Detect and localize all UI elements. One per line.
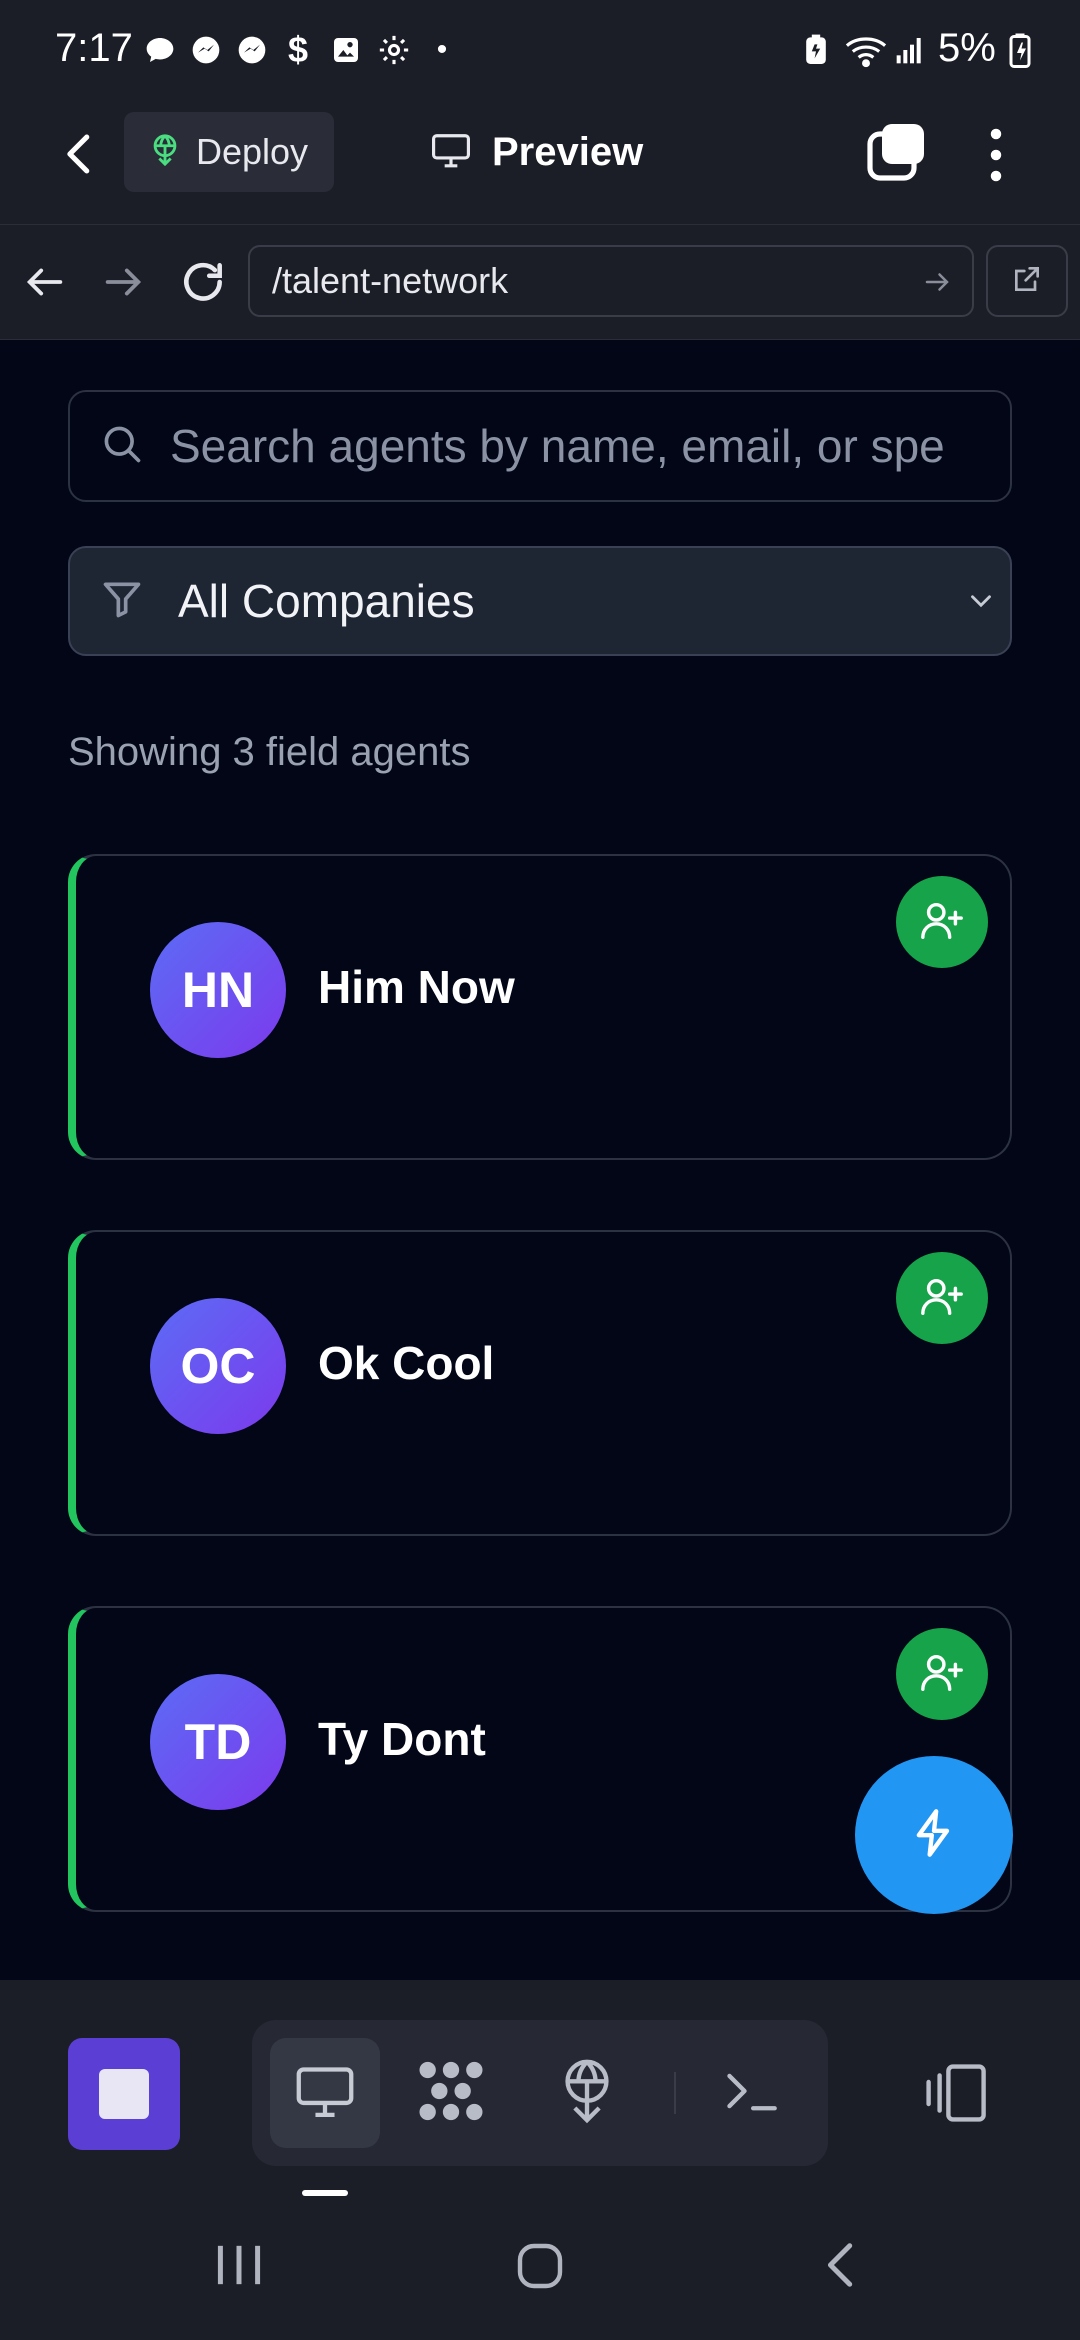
gallery-icon [328,32,364,68]
browser-url-bar: /talent-network [0,224,1080,340]
search-icon [100,422,144,471]
browser-back-icon[interactable] [22,259,68,310]
messenger-icon [188,32,224,68]
avatar: TD [150,1674,286,1810]
system-nav-bar [0,2200,1080,2340]
deploy-button[interactable]: Deploy [124,112,334,192]
back-button[interactable] [52,126,108,182]
battery-icon [1002,32,1038,68]
user-plus-icon [919,1273,965,1324]
add-agent-button[interactable] [896,1628,988,1720]
app-header: Deploy Preview [0,100,1080,224]
agent-card[interactable]: OC Ok Cool [68,1230,1012,1536]
wifi-icon [842,32,890,68]
dot-icon: • [436,33,448,66]
battery-percent: 5% [938,26,996,70]
chevron-down-icon [964,584,998,623]
deploy-icon [148,133,182,172]
external-link-icon [1011,263,1043,300]
preview-label: Preview [492,129,644,174]
add-agent-button[interactable] [896,1252,988,1344]
agent-name: Ty Dont [318,1713,486,1765]
user-plus-icon [919,1649,965,1700]
reload-icon[interactable] [178,257,228,312]
terminal-icon [723,2066,779,2121]
filter-icon [100,577,144,626]
browser-forward-icon[interactable] [100,259,146,310]
settings-icon [376,32,412,68]
results-count: Showing 3 field agents [68,730,471,774]
talent-network-content: Search agents by name, email, or spe All… [0,340,1080,1980]
company-filter-select[interactable]: All Companies [68,546,1012,656]
terminal-tool-button[interactable] [696,2038,806,2148]
avatar: HN [150,922,286,1058]
battery-saver-icon [798,32,834,68]
more-menu-icon[interactable] [976,120,1016,190]
filter-selected-value: All Companies [178,575,475,627]
preview-tool-button[interactable] [270,2038,380,2148]
agent-card[interactable]: HN Him Now [68,854,1012,1160]
messenger-icon-2 [234,32,270,68]
agent-name: Him Now [318,961,515,1013]
toolbar-divider [674,2072,676,2114]
device-toggle-icon[interactable] [922,2062,988,2129]
add-agent-button[interactable] [896,876,988,968]
search-input[interactable]: Search agents by name, email, or spe [68,390,1012,502]
monitor-icon [294,2062,356,2125]
recent-apps-icon[interactable] [214,2242,264,2293]
stop-button[interactable] [68,2038,180,2150]
bottom-toolbar [0,1980,1080,2200]
open-external-button[interactable] [986,245,1068,317]
deploy-icon [557,2057,617,2130]
status-bar: 7:17 $ • 5% [0,0,1080,100]
tabs-icon[interactable] [866,122,930,186]
apps-tool-button[interactable] [396,2038,506,2148]
agent-name: Ok Cool [318,1337,495,1389]
active-tab-indicator [302,2190,348,2196]
deploy-tool-button[interactable] [532,2038,642,2148]
chat-bubble-icon [142,32,178,68]
status-time: 7:17 [55,26,133,70]
url-input[interactable]: /talent-network [248,245,974,317]
lightning-icon [908,1807,960,1864]
dollar-icon: $ [287,29,309,70]
avatar: OC [150,1298,286,1434]
preview-tab[interactable]: Preview [430,122,643,182]
signal-icon [892,32,928,68]
apps-icon [416,2058,486,2129]
search-placeholder: Search agents by name, email, or spe [170,420,945,472]
user-plus-icon [919,897,965,948]
stop-icon [99,2069,149,2119]
quick-action-fab[interactable] [855,1756,1013,1914]
home-icon[interactable] [516,2242,564,2295]
tool-switcher [252,2020,828,2166]
go-arrow-icon[interactable] [922,267,952,302]
deploy-label: Deploy [196,131,309,172]
url-text: /talent-network [272,260,509,301]
system-back-icon[interactable] [822,2240,862,2295]
monitor-icon [430,131,472,174]
